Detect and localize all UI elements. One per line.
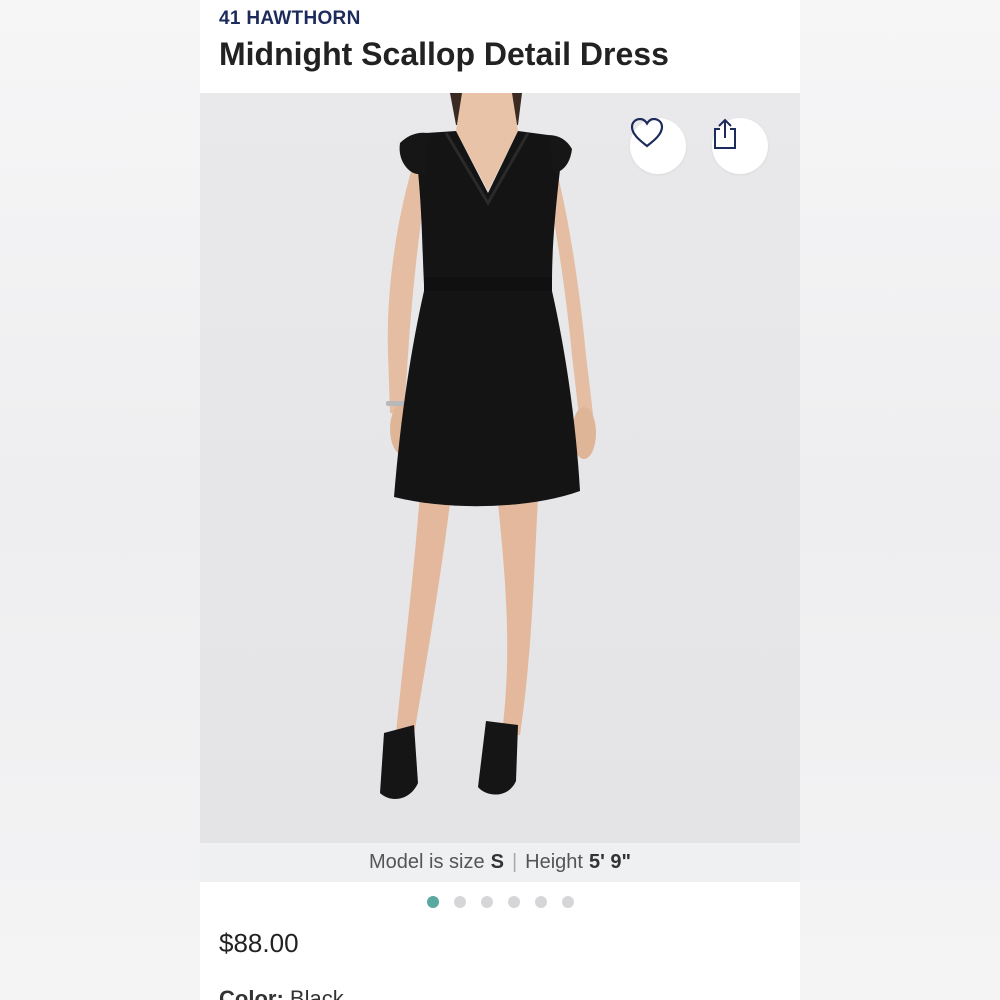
carousel-dot[interactable] — [426, 896, 439, 908]
product-price: $88.00 — [219, 928, 299, 958]
share-button[interactable] — [712, 118, 768, 174]
model-photo — [380, 93, 596, 799]
color-selection: Color: Black — [219, 986, 344, 1000]
product-page: 41 HAWTHORN Midnight Scallop Detail Dres… — [200, 0, 800, 1000]
brand-name[interactable]: 41 HAWTHORN — [219, 8, 361, 30]
product-image[interactable] — [200, 93, 800, 843]
carousel-pagination — [200, 896, 800, 908]
carousel-dot[interactable] — [507, 896, 520, 908]
model-size-text: Model is size — [368, 851, 485, 873]
model-height-text: Height — [525, 851, 583, 873]
left-backdrop — [0, 0, 200, 1000]
model-height-value: 5' 9" — [588, 851, 631, 873]
heart-icon — [630, 118, 664, 148]
share-icon — [714, 118, 736, 149]
favorite-button[interactable] — [630, 118, 686, 174]
carousel-dot[interactable] — [453, 896, 466, 908]
product-title: Midnight Scallop Detail Dress — [219, 36, 669, 72]
model-size-value: S — [490, 851, 504, 873]
model-size-caption: Model is size S | Height 5' 9" — [200, 843, 800, 882]
carousel-dot[interactable] — [480, 896, 493, 908]
carousel-dot[interactable] — [534, 896, 547, 908]
caption-separator: | — [511, 851, 518, 873]
carousel-dot[interactable] — [561, 896, 574, 908]
right-backdrop — [800, 0, 1000, 1000]
color-label: Color: — [219, 986, 284, 1000]
color-value: Black — [289, 986, 344, 1000]
